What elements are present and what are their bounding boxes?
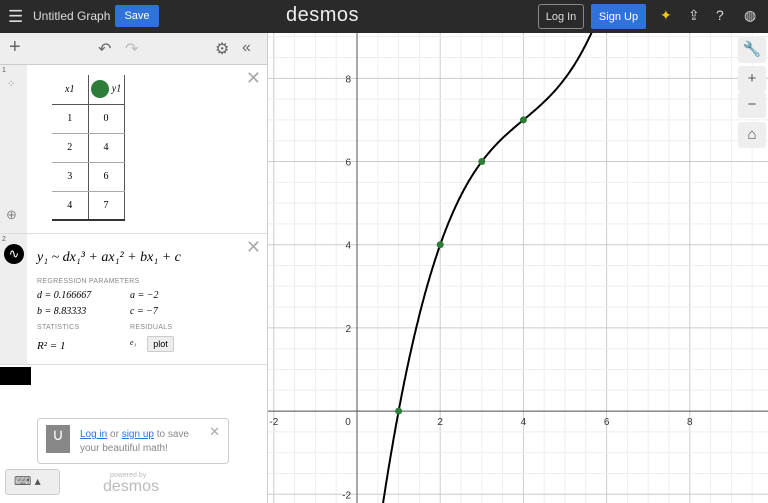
zoom-in-button[interactable]: + bbox=[738, 66, 766, 92]
expression-toolbar: + ↶ ↷ ⚙ « bbox=[0, 33, 267, 65]
data-point bbox=[395, 407, 403, 415]
graph-canvas[interactable]: -2 0 2 4 6 8 -2 2 4 6 8 bbox=[268, 33, 768, 503]
keyboard-toggle[interactable]: ⌨ ▴ bbox=[5, 469, 60, 495]
graph-title[interactable]: Untitled Graph bbox=[33, 9, 110, 23]
y-tick-label: 6 bbox=[345, 158, 351, 169]
regression-expression[interactable]: 2 ∿ ✕ y₁ ~ dx₁³ + ax₁² + bx₁ + c REGRESS… bbox=[0, 234, 267, 365]
sparkle-icon[interactable]: ✦ bbox=[660, 7, 672, 24]
undo-icon[interactable]: ↶ bbox=[98, 39, 111, 59]
data-point bbox=[478, 158, 486, 166]
regression-curve bbox=[382, 33, 593, 503]
y-tick-label: 8 bbox=[345, 74, 351, 85]
new-expression-placeholder[interactable] bbox=[0, 367, 31, 385]
y-tick-label: 4 bbox=[345, 241, 351, 252]
top-bar: ☰ Untitled Graph Save desmos Log In Sign… bbox=[0, 0, 768, 33]
login-button[interactable]: Log In bbox=[538, 4, 584, 29]
x-tick-label: 4 bbox=[521, 417, 527, 428]
points-color-icon[interactable] bbox=[90, 80, 109, 99]
x-tick-label: 8 bbox=[687, 417, 693, 428]
scatter-icon: ⁘ bbox=[7, 79, 16, 90]
graph-settings-wrench-icon[interactable]: 🔧 bbox=[738, 37, 766, 63]
signup-button[interactable]: Sign Up bbox=[591, 4, 646, 29]
globe-icon[interactable]: ◍ bbox=[744, 7, 756, 24]
plot-residuals-button[interactable]: plot bbox=[147, 336, 174, 352]
add-icon[interactable]: + bbox=[9, 36, 21, 59]
redo-icon[interactable]: ↷ bbox=[125, 39, 138, 59]
delete-icon[interactable]: ✕ bbox=[246, 68, 261, 89]
signup-link[interactable]: sign up bbox=[122, 429, 154, 440]
table-row: 24 bbox=[52, 133, 125, 163]
save-button[interactable]: Save bbox=[115, 5, 159, 27]
login-link[interactable]: Log in bbox=[80, 429, 107, 440]
table-row: 36 bbox=[52, 162, 125, 192]
share-icon[interactable]: ⇪ bbox=[688, 7, 700, 24]
save-prompt-banner: ∪ Log in or sign up to save your beautif… bbox=[37, 418, 229, 464]
gear-icon[interactable]: ⚙ bbox=[215, 39, 229, 59]
zoom-out-button[interactable]: − bbox=[738, 92, 766, 118]
powered-by-desmos: desmos bbox=[103, 478, 160, 495]
data-point bbox=[519, 116, 527, 124]
help-icon[interactable]: ? bbox=[716, 7, 724, 23]
data-table: x1 y1 10 24 36 47 bbox=[52, 75, 125, 221]
x-tick-label: -2 bbox=[269, 417, 278, 428]
x-tick-label: 0 bbox=[345, 417, 351, 428]
desmos-logo: desmos bbox=[286, 4, 360, 26]
regression-curve-icon[interactable]: ∿ bbox=[4, 244, 24, 264]
y-tick-label: 2 bbox=[345, 324, 351, 335]
table-row: 10 bbox=[52, 104, 125, 134]
x-tick-label: 6 bbox=[604, 417, 610, 428]
zoom-fit-icon[interactable]: ⊕ bbox=[6, 207, 17, 223]
keyboard-icon: ⌨ bbox=[14, 474, 32, 488]
delete-icon[interactable]: ✕ bbox=[246, 237, 261, 258]
menu-icon[interactable]: ☰ bbox=[8, 7, 23, 27]
close-banner-icon[interactable]: ✕ bbox=[209, 424, 220, 440]
table-expression[interactable]: 1 ⁘ ⊕ ✕ x1 y1 10 24 36 47 bbox=[0, 65, 267, 234]
y-tick-label: -2 bbox=[342, 490, 351, 501]
caret-up-icon: ▴ bbox=[34, 474, 41, 488]
table-row: 47 bbox=[52, 191, 125, 221]
regression-formula[interactable]: y₁ ~ dx₁³ + ax₁² + bx₁ + c bbox=[37, 250, 181, 266]
data-point bbox=[436, 241, 444, 249]
x-tick-label: 2 bbox=[437, 417, 443, 428]
graph-thumbnail-icon: ∪ bbox=[46, 425, 70, 453]
home-view-icon[interactable]: ⌂ bbox=[738, 122, 766, 148]
collapse-icon[interactable]: « bbox=[242, 39, 251, 57]
